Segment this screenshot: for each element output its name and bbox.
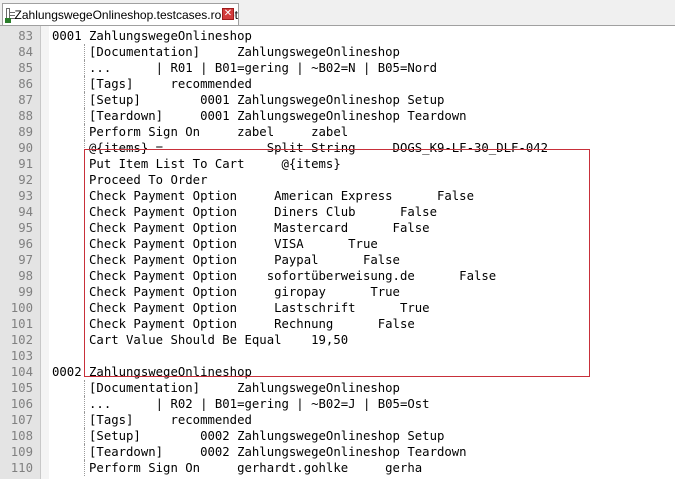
code-line[interactable]: 89 Perform Sign On zabel zabel — [0, 124, 675, 140]
line-number: 83 — [18, 29, 33, 43]
line-text: [Setup] 0001 ZahlungswegeOnlineshop Setu… — [52, 93, 445, 107]
code-line[interactable]: 88 [Teardown] 0001 ZahlungswegeOnlinesho… — [0, 108, 675, 124]
code-line[interactable]: 105 [Documentation] ZahlungswegeOnlinesh… — [0, 380, 675, 396]
line-text: Check Payment Option Diners Club False — [52, 205, 437, 219]
line-number: 106 — [10, 397, 33, 411]
line-text: Check Payment Option Paypal False — [52, 253, 400, 267]
line-number: 108 — [10, 429, 33, 443]
code-line[interactable]: 83 0001 ZahlungswegeOnlineshop — [0, 28, 675, 44]
line-number: 86 — [18, 77, 33, 91]
line-text: Perform Sign On gerhardt.gohlke gerha — [52, 461, 423, 475]
line-text: ... | R01 | B01=gering | ~B02=N | B05=No… — [52, 61, 437, 75]
line-text: 0002 ZahlungswegeOnlineshop — [52, 365, 252, 379]
code-line[interactable]: 97 Check Payment Option Paypal False — [0, 252, 675, 268]
line-text: Check Payment Option American Express Fa… — [52, 189, 474, 203]
code-line[interactable]: 99 Check Payment Option giropay True — [0, 284, 675, 300]
line-number: 98 — [18, 269, 33, 283]
line-number: 105 — [10, 381, 33, 395]
code-line[interactable]: 106 ... | R02 | B01=gering | ~B02=J | B0… — [0, 396, 675, 412]
line-number: 84 — [18, 45, 33, 59]
code-line[interactable]: 101 Check Payment Option Rechnung False — [0, 316, 675, 332]
code-line[interactable]: 98 Check Payment Option sofortüberweisun… — [0, 268, 675, 284]
code-line[interactable]: 90 @{items} = Split String DOGS_K9-LF-30… — [0, 140, 675, 156]
close-icon[interactable]: ✕ — [222, 8, 234, 20]
code-line[interactable]: 87 [Setup] 0001 ZahlungswegeOnlineshop S… — [0, 92, 675, 108]
code-line[interactable]: 103 — [0, 348, 675, 364]
line-text: [Documentation] ZahlungswegeOnlineshop — [52, 381, 400, 395]
line-text: [Setup] 0002 ZahlungswegeOnlineshop Setu… — [52, 429, 445, 443]
line-number: 102 — [10, 333, 33, 347]
code-line[interactable]: 104 0002 ZahlungswegeOnlineshop — [0, 364, 675, 380]
line-number: 97 — [18, 253, 33, 267]
line-text: Check Payment Option Lastschrift True — [52, 301, 430, 315]
line-number: 103 — [10, 349, 33, 363]
line-number: 100 — [10, 301, 33, 315]
tab-bar: ZahlungswegeOnlineshop.testcases.robot ✕ — [0, 0, 675, 26]
line-text: [Teardown] 0002 ZahlungswegeOnlineshop T… — [52, 445, 467, 459]
line-text: Check Payment Option giropay True — [52, 285, 400, 299]
line-text: @{items} = Split String DOGS_K9-LF-30_DL… — [52, 141, 549, 155]
code-line[interactable]: 96 Check Payment Option VISA True — [0, 236, 675, 252]
line-number: 90 — [18, 141, 33, 155]
line-number: 91 — [18, 157, 33, 171]
line-text: Perform Sign On zabel zabel — [52, 125, 349, 139]
line-number: 85 — [18, 61, 33, 75]
code-line[interactable]: 100 Check Payment Option Lastschrift Tru… — [0, 300, 675, 316]
code-line[interactable]: 108 [Setup] 0002 ZahlungswegeOnlineshop … — [0, 428, 675, 444]
line-text: Cart Value Should Be Equal 19,50 — [52, 333, 349, 347]
line-text: Proceed To Order — [52, 173, 208, 187]
code-line[interactable]: 95 Check Payment Option Mastercard False — [0, 220, 675, 236]
line-text: Check Payment Option sofortüberweisung.d… — [52, 269, 497, 283]
line-text: Put Item List To Cart @{items} — [52, 157, 341, 171]
line-text: 0001 ZahlungswegeOnlineshop — [52, 29, 252, 43]
line-number: 96 — [18, 237, 33, 251]
line-text: [Documentation] ZahlungswegeOnlineshop — [52, 45, 400, 59]
line-text: [Teardown] 0001 ZahlungswegeOnlineshop T… — [52, 109, 467, 123]
line-number: 92 — [18, 173, 33, 187]
line-number: 93 — [18, 189, 33, 203]
code-line[interactable]: 93 Check Payment Option American Express… — [0, 188, 675, 204]
code-line[interactable]: 84 [Documentation] ZahlungswegeOnlinesho… — [0, 44, 675, 60]
line-number: 99 — [18, 285, 33, 299]
code-line[interactable]: 110 Perform Sign On gerhardt.gohlke gerh… — [0, 460, 675, 476]
line-number: 104 — [10, 365, 33, 379]
file-icon — [5, 7, 14, 23]
file-tab[interactable]: ZahlungswegeOnlineshop.testcases.robot ✕ — [2, 3, 239, 25]
code-line[interactable]: 91 Put Item List To Cart @{items} — [0, 156, 675, 172]
tab-title: ZahlungswegeOnlineshop.testcases.robot — [14, 7, 238, 22]
line-number: 94 — [18, 205, 33, 219]
code-editor[interactable]: 83 0001 ZahlungswegeOnlineshop 84 [Documen… — [0, 26, 675, 479]
line-text: [Tags] recommended — [52, 413, 252, 427]
code-line[interactable]: 86 [Tags] recommended — [0, 76, 675, 92]
code-line[interactable]: 92 Proceed To Order — [0, 172, 675, 188]
code-line[interactable]: 94 Check Payment Option Diners Club Fals… — [0, 204, 675, 220]
code-line[interactable]: 85 ... | R01 | B01=gering | ~B02=N | B05… — [0, 60, 675, 76]
line-number: 107 — [10, 413, 33, 427]
code-line[interactable]: 107 [Tags] recommended — [0, 412, 675, 428]
line-text: Check Payment Option VISA True — [52, 237, 378, 251]
line-number: 101 — [10, 317, 33, 331]
line-number: 95 — [18, 221, 33, 235]
line-text: [Tags] recommended — [52, 77, 252, 91]
code-line[interactable]: 109 [Teardown] 0002 ZahlungswegeOnlinesh… — [0, 444, 675, 460]
line-number: 89 — [18, 125, 33, 139]
line-text: ... | R02 | B01=gering | ~B02=J | B05=Os… — [52, 397, 430, 411]
line-number: 87 — [18, 93, 33, 107]
code-lines[interactable]: 83 0001 ZahlungswegeOnlineshop 84 [Documen… — [0, 28, 675, 476]
line-number: 110 — [10, 461, 33, 475]
line-text: Check Payment Option Rechnung False — [52, 317, 415, 331]
code-line[interactable]: 102 Cart Value Should Be Equal 19,50 — [0, 332, 675, 348]
line-number: 88 — [18, 109, 33, 123]
line-number: 109 — [10, 445, 33, 459]
line-text: Check Payment Option Mastercard False — [52, 221, 430, 235]
